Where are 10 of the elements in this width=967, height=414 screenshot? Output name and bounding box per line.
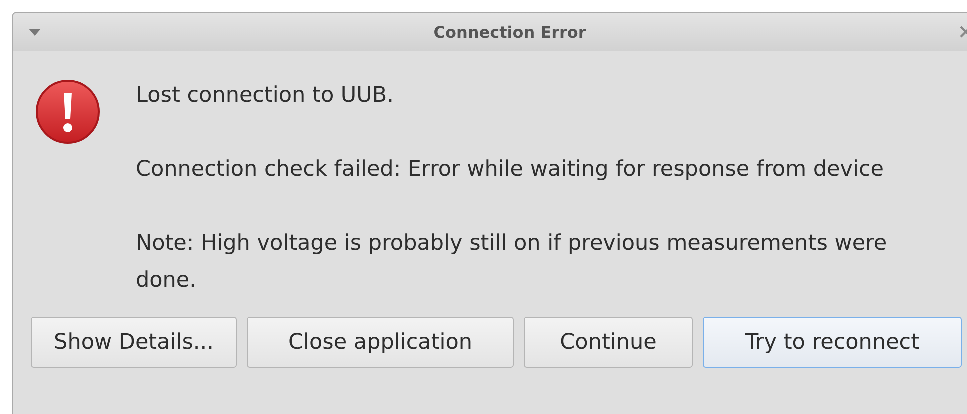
dialog-button[interactable]: Show Details... — [31, 317, 237, 368]
window-title: Connection Error — [432, 22, 588, 42]
dialog-button[interactable]: Continue — [524, 317, 693, 368]
window-menu-icon[interactable] — [29, 28, 41, 36]
message-text: Connection check failed: Error while waiting for response from device — [136, 156, 885, 184]
dialog-button[interactable]: Close application — [247, 317, 514, 368]
dialog-button[interactable]: Try to reconnect — [703, 317, 962, 368]
message-text: Lost connection to UUB. — [136, 82, 395, 110]
error-icon — [35, 79, 101, 145]
message-text: Note: High voltage is probably still on if previous measurements were done. — [136, 230, 888, 295]
